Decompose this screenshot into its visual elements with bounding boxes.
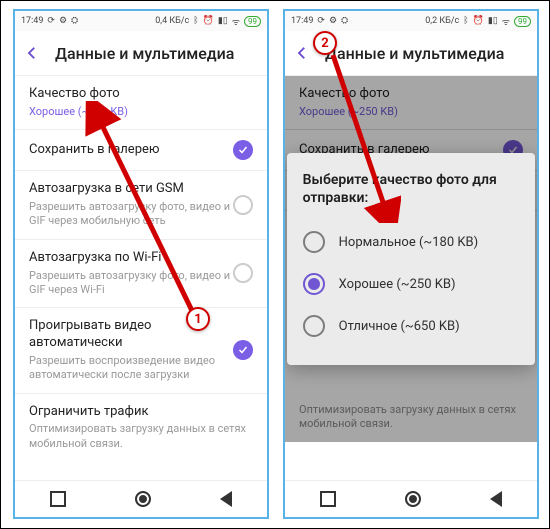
row-wifi-autoload[interactable]: Автозагрузка по Wi-Fi Разрешить автозагр… [15,240,267,308]
bluetooth-icon: ᛒ [193,16,198,26]
wifi-icon: ᯤ [232,15,240,28]
phone-screen-1: 17:49 ⟳ ⚙ ⛭ 0,4 КБ/с ᛒ ⏰ ▮▯ ᯤ 99 Данные … [13,9,269,519]
nav-back-icon[interactable] [220,491,232,507]
status-bar: 17:49 ⟳ ⚙ ⛭ 0,4 КБ/с ᛒ ⏰ ▮▯ ᯤ 99 [15,11,267,31]
nav-back-icon[interactable] [490,491,502,507]
signal-icon: ▮▯ [488,16,498,26]
back-arrow-icon[interactable] [23,44,41,62]
phone-screen-2: 17:49 ⟳ ⚙ ⛭ 0,2 КБ/с ᛒ ⏰ ▮▯ ᯤ 99 Данные … [283,9,539,519]
network-speed: 0,2 КБ/с [425,16,459,26]
alarm-icon: ⏰ [203,16,214,26]
row-subtitle: Разрешить воспроизведение видео автомати… [29,354,233,383]
back-arrow-icon[interactable] [293,44,311,62]
row-limit-traffic[interactable]: Ограничить трафик Оптимизировать загрузк… [15,394,267,461]
sync-icon: ⟳ [47,16,55,26]
row-subtitle: Разрешить автозагрузку фото, видео и GIF… [29,200,233,229]
bluetooth-icon: ᛒ [463,16,468,26]
wifi-icon: ᯤ [502,15,510,28]
checkbox-on-icon[interactable] [233,140,253,160]
option-excellent[interactable]: Отличное (~650 KB) [303,305,520,347]
dialog-title: Выберите качество фото для отправки: [303,171,520,207]
radio-off-icon[interactable] [303,231,325,253]
battery-icon: 99 [244,16,261,27]
gear-icon: ⚙ [329,16,337,26]
signal-icon: ▮▯ [218,16,228,26]
title-bar: Данные и мультимедиа [15,31,267,76]
settings-icon: ⛭ [341,16,348,26]
annotation-badge-2: 2 [313,31,337,55]
nav-bar [15,480,267,517]
radio-off-icon[interactable] [303,315,325,337]
checkbox-on-icon[interactable] [233,340,253,360]
status-time: 17:49 [291,16,313,26]
photo-quality-dialog: Выберите качество фото для отправки: Нор… [287,153,536,365]
status-time: 17:49 [21,16,43,26]
page-title: Данные и мультимедиа [325,44,504,63]
row-photo-quality[interactable]: Качество фото Хорошее (~250 KB) [15,76,267,130]
alarm-icon: ⏰ [473,16,484,26]
row-title: Автозагрузка в сети GSM [29,181,233,198]
checkbox-off-icon[interactable] [233,263,253,283]
annotation-badge-1: 1 [186,307,210,331]
option-good[interactable]: Хорошее (~250 KB) [303,263,520,305]
network-speed: 0,4 КБ/с [155,16,189,26]
settings-icon: ⛭ [71,16,78,26]
row-subtitle: Разрешить автозагрузку фото, видео и GIF… [29,269,233,298]
option-label: Хорошее (~250 KB) [339,277,456,292]
row-title: Сохранить в галерею [29,142,233,159]
nav-home-icon[interactable] [135,491,151,507]
row-subtitle: Оптимизировать загрузку данных в сетях м… [29,422,253,451]
sync-icon: ⟳ [317,16,325,26]
row-autoplay-video[interactable]: Проигрывать видео автоматически Разрешит… [15,308,267,393]
nav-bar [285,480,537,517]
row-gsm-autoload[interactable]: Автозагрузка в сети GSM Разрешить автоза… [15,171,267,239]
row-title: Ограничить трафик [29,404,253,421]
status-bar: 17:49 ⟳ ⚙ ⛭ 0,2 КБ/с ᛒ ⏰ ▮▯ ᯤ 99 [285,11,537,31]
nav-recent-icon[interactable] [320,491,336,507]
option-normal[interactable]: Нормальное (~180 KB) [303,221,520,263]
gear-icon: ⚙ [59,16,67,26]
option-label: Отличное (~650 KB) [339,319,460,334]
row-save-gallery[interactable]: Сохранить в галерею [15,130,267,171]
row-subtitle: Хорошее (~250 KB) [29,105,253,119]
page-title: Данные и мультимедиа [55,44,234,63]
battery-icon: 99 [514,16,531,27]
modal-overlay[interactable]: Выберите качество фото для отправки: Нор… [285,76,537,442]
nav-recent-icon[interactable] [50,491,66,507]
row-title: Качество фото [29,86,253,103]
nav-home-icon[interactable] [405,491,421,507]
checkbox-off-icon[interactable] [233,195,253,215]
radio-on-icon[interactable] [303,273,325,295]
row-title: Автозагрузка по Wi-Fi [29,250,233,267]
option-label: Нормальное (~180 KB) [339,235,479,250]
